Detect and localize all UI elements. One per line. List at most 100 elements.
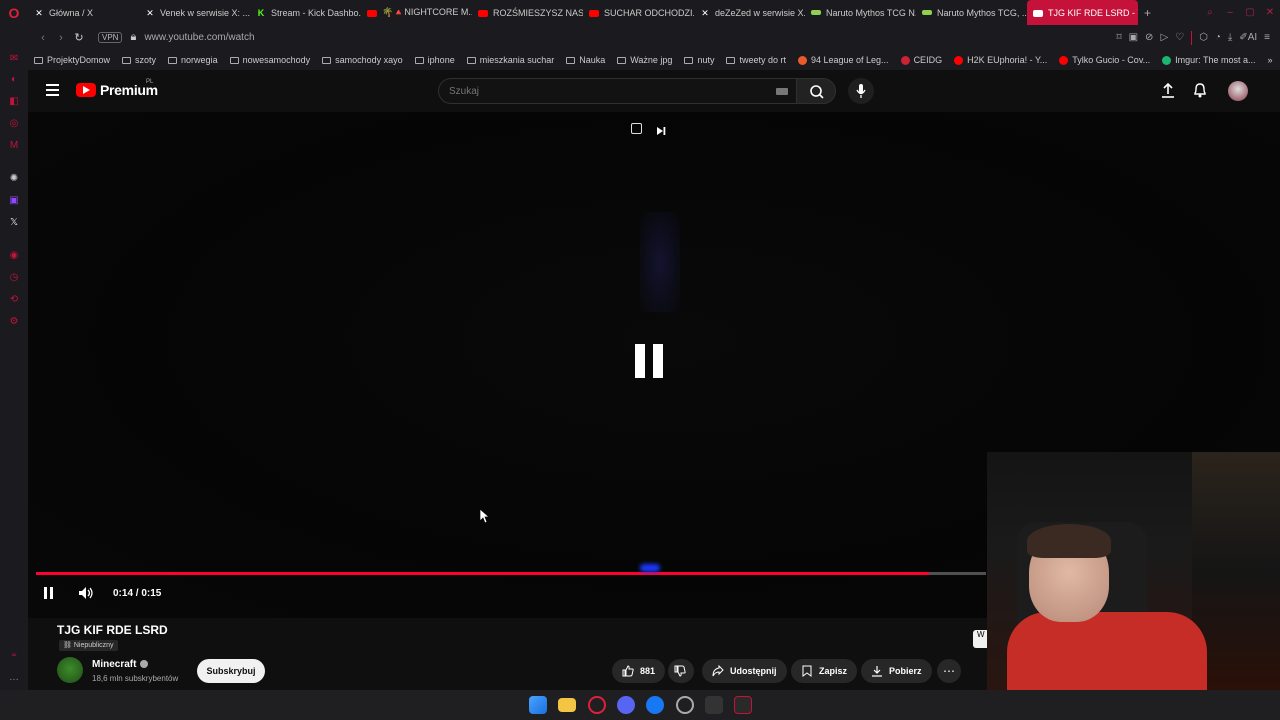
vpn-badge[interactable]: VPN xyxy=(98,32,123,43)
bookmark-item[interactable]: szoty xyxy=(122,55,156,65)
player-icon[interactable]: ▷ xyxy=(1160,32,1168,43)
close-window-button[interactable]: ✕ xyxy=(1260,7,1280,18)
flow-icon[interactable]: ◉ xyxy=(8,250,20,262)
messenger-icon[interactable]: ◐ xyxy=(8,74,20,86)
history-icon[interactable]: ◷ xyxy=(8,272,20,284)
bookmark-item[interactable]: nuty xyxy=(684,55,714,65)
bookmark-item[interactable]: 94 League of Leg... xyxy=(797,55,889,65)
heart-icon[interactable]: ♡ xyxy=(1175,32,1184,43)
windows-start-icon[interactable] xyxy=(529,696,547,714)
subscribe-button[interactable]: Subskrybuj xyxy=(197,659,265,683)
browser-tab[interactable]: SUCHAR ODCHODZI... xyxy=(583,0,694,25)
browser-tab[interactable]: ✕ Główna / X xyxy=(28,0,139,25)
bookmark-item[interactable]: Tylko Gucio - Cov... xyxy=(1059,55,1150,65)
kick-icon: K xyxy=(257,7,265,18)
volume-icon[interactable] xyxy=(78,586,94,600)
instagram-icon[interactable]: ◎ xyxy=(8,118,20,130)
channel-avatar[interactable] xyxy=(57,657,83,683)
mail-m-icon[interactable]: M xyxy=(8,140,20,152)
facebook-icon[interactable] xyxy=(646,696,664,714)
bookmark-item[interactable]: samochody xayo xyxy=(322,55,403,65)
bookmark-item[interactable]: tweety do rt xyxy=(726,55,786,65)
extensions-icon[interactable]: ⬡ xyxy=(1199,32,1208,43)
voice-search-button[interactable] xyxy=(848,78,874,104)
bookmark-item[interactable]: ProjektyDomow xyxy=(34,55,110,65)
account-icon[interactable]: ◔ xyxy=(1215,32,1221,43)
skip-next-icon[interactable] xyxy=(656,123,666,135)
bookmark-item[interactable]: mieszkania suchar xyxy=(466,55,554,65)
sidebar-more-icon[interactable]: … xyxy=(8,672,20,684)
adblock-icon[interactable]: ⊘ xyxy=(1145,32,1153,43)
keyboard-icon[interactable] xyxy=(776,88,788,95)
bookmark-icon xyxy=(802,665,812,677)
reload-icon[interactable]: ↻ xyxy=(70,31,88,44)
more-actions-icon[interactable]: ⋯ xyxy=(937,659,961,683)
browser-tab[interactable]: K Stream - Kick Dashbo... xyxy=(250,0,361,25)
terminal-icon[interactable] xyxy=(705,696,723,714)
opera-gx-taskbar-icon[interactable] xyxy=(588,696,606,714)
search-box[interactable] xyxy=(438,78,796,104)
channel-name[interactable]: Minecraft xyxy=(92,659,136,670)
back-button[interactable]: ‹ xyxy=(34,32,52,44)
download-icon[interactable]: ⤓ xyxy=(1228,32,1232,43)
twitch-icon[interactable]: ▣ xyxy=(8,195,20,207)
menu-icon[interactable]: ≡ xyxy=(1264,32,1270,43)
file-explorer-icon[interactable] xyxy=(558,698,576,712)
snapshot-icon[interactable]: ▣ xyxy=(1129,32,1138,43)
share-button[interactable]: Udostępnij xyxy=(702,659,787,683)
minimize-button[interactable]: – xyxy=(1220,7,1240,18)
aria-ai-button[interactable]: ✐AI xyxy=(1239,32,1257,43)
side-panel-chip[interactable]: W xyxy=(973,630,987,648)
maximize-button[interactable]: ▢ xyxy=(1240,7,1260,18)
browser-tab[interactable]: ROZŚMIESZYSZ NAS... xyxy=(472,0,583,25)
browser-tab[interactable]: TJG KIF RDE LSRD - Y... xyxy=(1027,0,1138,25)
search-tabs-icon[interactable]: ⌕ xyxy=(1200,7,1220,18)
bookmark-item[interactable]: iphone xyxy=(414,55,455,65)
user-avatar[interactable] xyxy=(1228,81,1248,101)
bookmark-item[interactable]: norwegia xyxy=(168,55,218,65)
search-button[interactable] xyxy=(796,78,836,104)
browser-tab[interactable]: ✕ deZeZed w serwisie X... xyxy=(694,0,805,25)
bookmark-item[interactable]: Nauka xyxy=(566,55,605,65)
save-button[interactable]: Zapisz xyxy=(791,659,858,683)
folder-icon xyxy=(34,56,43,64)
bookmark-item[interactable]: CEIDG xyxy=(900,55,942,65)
youtube-logo-icon[interactable] xyxy=(76,83,96,97)
discord-icon[interactable] xyxy=(617,696,635,714)
bookmark-item[interactable]: Ważne jpg xyxy=(617,55,672,65)
mail-icon[interactable]: ✉ xyxy=(8,53,20,65)
download-button[interactable]: Pobierz xyxy=(861,659,932,683)
miniplayer-icon[interactable] xyxy=(631,123,642,134)
bookmarks-overflow-icon[interactable]: » xyxy=(1268,55,1273,65)
bag-icon[interactable]: ◧ xyxy=(8,96,20,108)
extensions-sidebar-icon[interactable]: ⟲ xyxy=(8,294,20,306)
browser-tab[interactable]: Naruto Mythos TCG, ... xyxy=(916,0,1027,25)
sidebar-toggle-icon[interactable]: ≍ xyxy=(8,650,20,662)
center-pause-icon[interactable] xyxy=(635,344,663,378)
bookmark-item[interactable]: Imgur: The most a... xyxy=(1162,55,1256,65)
upload-icon[interactable] xyxy=(1161,82,1175,98)
new-tab-button[interactable]: + xyxy=(1138,6,1157,20)
x-sidebar-icon[interactable]: 𝕏 xyxy=(8,217,20,229)
browser-tab[interactable]: 🌴🔺NIGHTCORE M... xyxy=(361,0,472,25)
pause-button[interactable] xyxy=(44,587,54,599)
search-input[interactable] xyxy=(439,79,749,103)
bookmark-item[interactable]: H2K EUphoria! - Y... xyxy=(954,55,1047,65)
browser-tab[interactable]: ✕ Venek w serwisie X: ... xyxy=(139,0,250,25)
forward-button[interactable]: › xyxy=(52,32,70,44)
browser-tab[interactable]: Naruto Mythos TCG N... xyxy=(805,0,916,25)
bookmark-item[interactable]: nowesamochody xyxy=(229,55,310,65)
chatgpt-icon[interactable]: ✺ xyxy=(8,173,20,185)
app-icon[interactable] xyxy=(734,696,752,714)
obs-icon[interactable] xyxy=(676,696,694,714)
progress-bar[interactable] xyxy=(36,572,986,575)
notifications-bell-icon[interactable] xyxy=(1193,82,1207,98)
hamburger-menu-icon[interactable] xyxy=(46,84,59,96)
bookmark-page-icon[interactable]: ⌑ xyxy=(1116,32,1121,43)
lock-icon[interactable]: 🔒︎ xyxy=(128,31,138,44)
dislike-button[interactable] xyxy=(668,659,694,683)
like-button[interactable]: 881 xyxy=(612,659,666,683)
opera-logo-icon[interactable]: O xyxy=(0,0,28,25)
settings-icon[interactable]: ⚙ xyxy=(8,316,20,328)
url-field[interactable]: www.youtube.com/watch xyxy=(144,32,254,43)
